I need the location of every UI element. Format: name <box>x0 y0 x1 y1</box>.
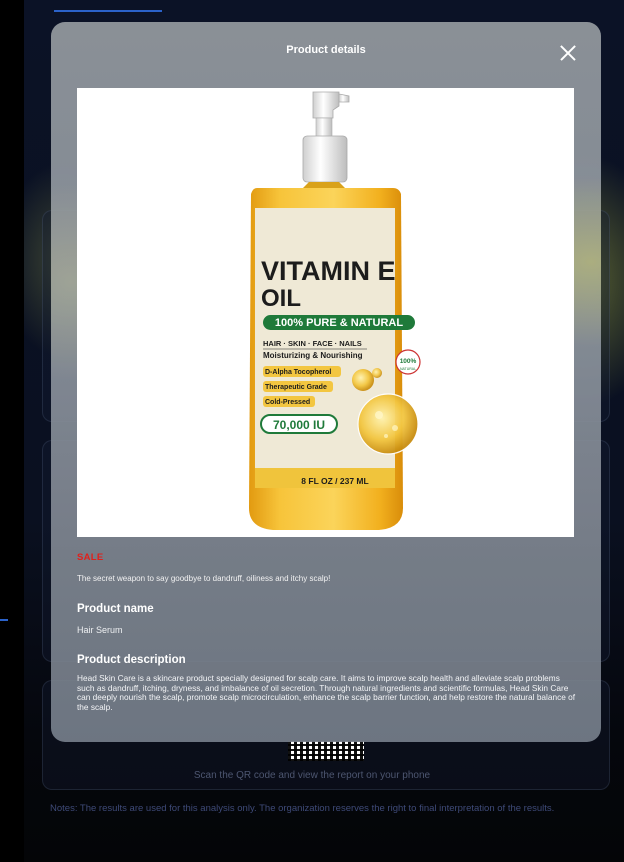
label-feature-3: Cold-Pressed <box>265 399 310 406</box>
label-seal: 100% <box>400 358 417 365</box>
label-feature-2: Therapeutic Grade <box>265 384 327 391</box>
product-description-heading: Product description <box>77 654 186 666</box>
label-badge: 100% PURE & NATURAL <box>275 317 403 329</box>
product-description-text: Head Skin Care is a skincare product spe… <box>77 673 576 712</box>
modal-title: Product details <box>286 44 366 56</box>
vitamin-e-oil-bottle-image: VITAMIN E OIL 100% PURE & NATURAL HAIR ·… <box>249 91 421 530</box>
product-tagline: The secret weapon to say goodbye to dand… <box>77 574 331 583</box>
active-tab-indicator <box>54 10 162 12</box>
product-name-heading: Product name <box>77 603 154 615</box>
label-strength: 70,000 IU <box>273 418 325 432</box>
product-details-modal: Product details VITAMIN E OIL 100% PURE … <box>51 22 601 742</box>
qr-code <box>288 741 364 761</box>
label-feature-1: D-Alpha Tocopherol <box>265 369 331 376</box>
label-seal-sub: NATURAL <box>400 367 416 371</box>
sale-tag: SALE <box>77 552 104 563</box>
close-icon[interactable] <box>557 42 579 64</box>
product-image: VITAMIN E OIL 100% PURE & NATURAL HAIR ·… <box>77 88 574 537</box>
label-title-line2: OIL <box>261 285 301 312</box>
label-title-line1: VITAMIN E <box>261 256 396 286</box>
scan-qr-text: Scan the QR code and view the report on … <box>193 770 431 781</box>
label-uses: HAIR · SKIN · FACE · NAILS <box>263 339 362 348</box>
notes-text: Notes: The results are used for this ana… <box>50 803 555 814</box>
edge-marker <box>0 619 8 621</box>
label-volume: 8 FL OZ / 237 ML <box>301 476 368 486</box>
label-benefit: Moisturizing & Nourishing <box>263 351 363 360</box>
product-name-value: Hair Serum <box>77 625 123 635</box>
